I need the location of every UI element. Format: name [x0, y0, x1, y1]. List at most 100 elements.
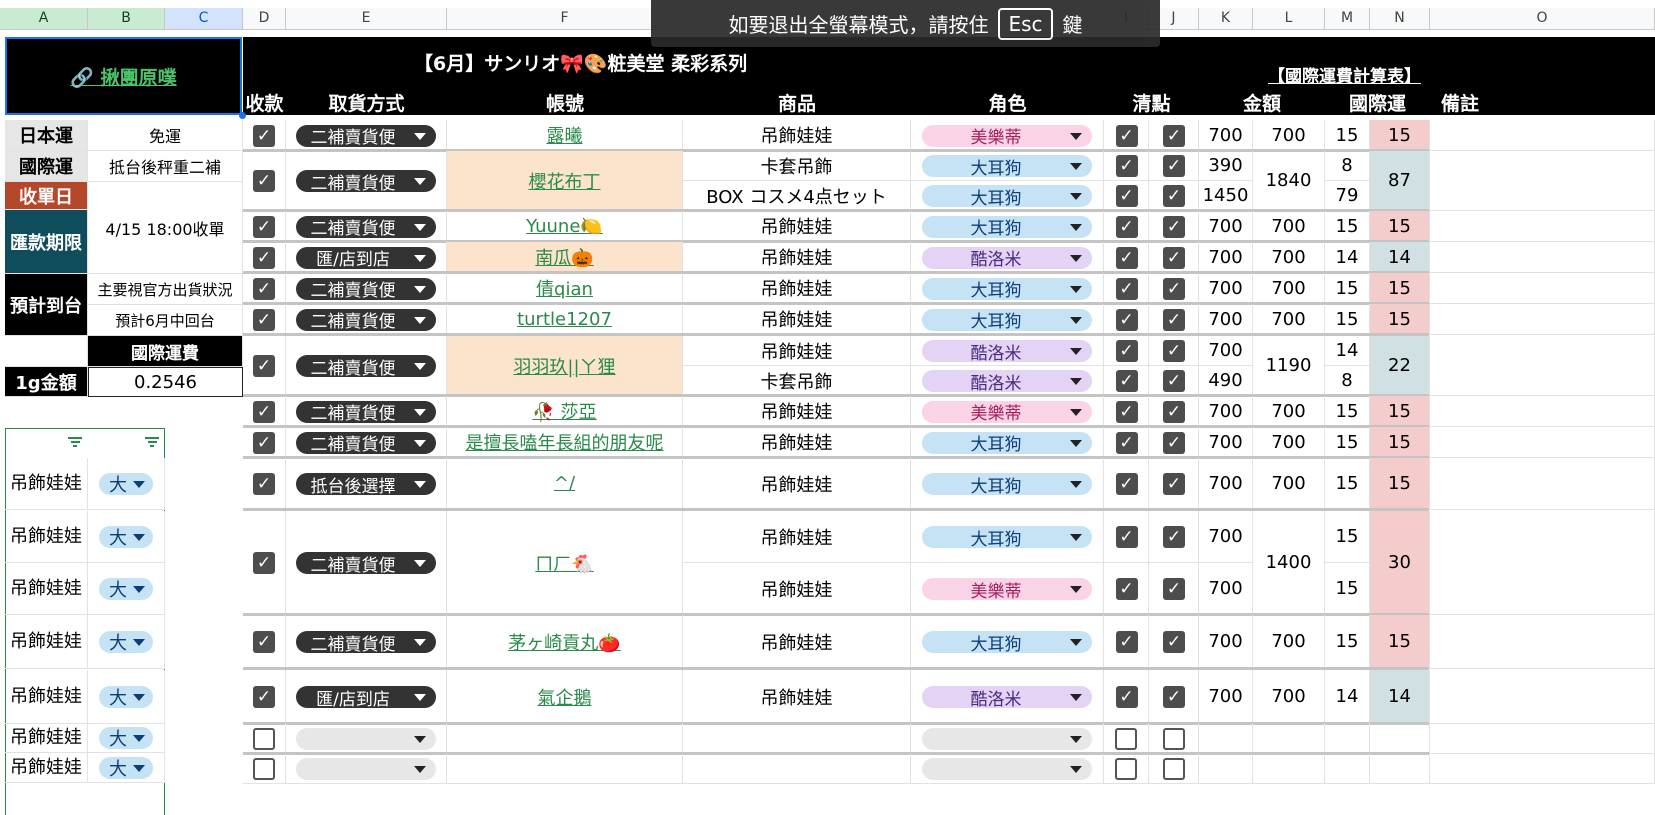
- check-checkbox-1[interactable]: ✓: [1115, 215, 1138, 238]
- payment-checkbox[interactable]: ✓: [253, 124, 275, 147]
- note-cell[interactable]: [1430, 211, 1655, 242]
- check-checkbox-2[interactable]: ✓: [1163, 400, 1185, 423]
- check-checkbox-1[interactable]: ✓: [1115, 631, 1138, 653]
- check-checkbox-2[interactable]: ✓: [1163, 340, 1185, 362]
- character-dropdown[interactable]: 美樂蒂: [922, 400, 1092, 424]
- empty-cell[interactable]: [1253, 754, 1325, 784]
- empty-pickup-dropdown[interactable]: [296, 727, 436, 750]
- character-dropdown[interactable]: 大耳狗: [922, 526, 1092, 550]
- empty-cell[interactable]: [1199, 723, 1253, 754]
- empty-character-dropdown[interactable]: [922, 727, 1092, 750]
- check-checkbox-1[interactable]: ✓: [1115, 686, 1138, 708]
- column-header-a[interactable]: A: [0, 8, 88, 30]
- column-header-c[interactable]: C: [165, 8, 243, 30]
- note-cell[interactable]: [1430, 427, 1655, 458]
- character-dropdown[interactable]: 大耳狗: [922, 631, 1092, 655]
- account-link[interactable]: turtle1207: [517, 309, 612, 330]
- column-header-k[interactable]: K: [1199, 8, 1253, 30]
- account-link[interactable]: 🥀 莎亞: [532, 398, 596, 424]
- character-dropdown[interactable]: 美樂蒂: [922, 124, 1092, 148]
- character-dropdown[interactable]: 大耳狗: [922, 155, 1092, 179]
- column-header-n[interactable]: N: [1370, 8, 1430, 30]
- payment-checkbox[interactable]: ✓: [253, 277, 275, 300]
- check-checkbox-1[interactable]: ✓: [1115, 526, 1138, 548]
- check-checkbox-2[interactable]: ✓: [1163, 308, 1185, 331]
- column-header-e[interactable]: E: [286, 8, 447, 30]
- pickup-dropdown[interactable]: 二補賣貨便: [296, 215, 436, 239]
- payment-checkbox[interactable]: ✓: [253, 355, 275, 377]
- empty-check-2[interactable]: [1163, 727, 1185, 750]
- size-dropdown[interactable]: 大: [99, 686, 153, 709]
- note-cell[interactable]: [1430, 242, 1655, 273]
- payment-checkbox[interactable]: ✓: [253, 215, 275, 238]
- size-dropdown[interactable]: 大: [99, 727, 153, 750]
- account-link[interactable]: 露曦: [547, 122, 583, 148]
- check-checkbox-2[interactable]: ✓: [1163, 578, 1185, 600]
- pickup-dropdown[interactable]: 二補賣貨便: [296, 400, 436, 424]
- size-dropdown[interactable]: 大: [99, 757, 153, 780]
- character-dropdown[interactable]: 酷洛米: [922, 686, 1092, 710]
- note-cell[interactable]: [1430, 120, 1655, 151]
- payment-checkbox[interactable]: ✓: [253, 473, 275, 495]
- empty-pickup-dropdown[interactable]: [296, 758, 436, 780]
- pickup-dropdown[interactable]: 匯/店到店: [296, 686, 436, 710]
- character-dropdown[interactable]: 大耳狗: [922, 277, 1092, 301]
- check-checkbox-2[interactable]: ✓: [1163, 686, 1185, 708]
- empty-cell[interactable]: [1370, 754, 1430, 784]
- group-link-cell[interactable]: 🔗 揪團原噗: [5, 37, 242, 115]
- account-link[interactable]: 茅ヶ崎貢丸🍅: [508, 629, 620, 655]
- note-cell[interactable]: [1430, 670, 1655, 724]
- check-checkbox-1[interactable]: ✓: [1115, 308, 1138, 331]
- pickup-dropdown[interactable]: 匯/店到店: [296, 246, 436, 270]
- note-cell[interactable]: [1430, 273, 1655, 304]
- check-checkbox-2[interactable]: ✓: [1163, 631, 1185, 653]
- payment-checkbox[interactable]: ✓: [253, 686, 275, 708]
- check-checkbox-1[interactable]: ✓: [1115, 185, 1138, 207]
- filter-icon-b[interactable]: [145, 437, 159, 447]
- check-checkbox-2[interactable]: ✓: [1163, 277, 1185, 300]
- column-header-o[interactable]: O: [1430, 8, 1655, 30]
- shipping-calc-link[interactable]: 【國際運費計算表】: [1268, 62, 1421, 87]
- pickup-dropdown[interactable]: 二補賣貨便: [296, 170, 436, 194]
- check-checkbox-2[interactable]: ✓: [1163, 215, 1185, 238]
- check-checkbox-2[interactable]: ✓: [1163, 431, 1185, 454]
- pickup-dropdown[interactable]: 二補賣貨便: [296, 277, 436, 301]
- empty-cell[interactable]: [447, 723, 683, 754]
- empty-cell[interactable]: [1325, 723, 1370, 754]
- check-checkbox-1[interactable]: ✓: [1115, 370, 1138, 392]
- payment-checkbox[interactable]: ✓: [253, 308, 275, 331]
- size-dropdown[interactable]: 大: [99, 631, 153, 654]
- empty-cell[interactable]: [1199, 754, 1253, 784]
- empty-check-2[interactable]: [1163, 758, 1185, 780]
- payment-checkbox[interactable]: ✓: [253, 170, 275, 192]
- empty-character-dropdown[interactable]: [922, 758, 1092, 780]
- check-checkbox-1[interactable]: ✓: [1115, 124, 1138, 147]
- empty-check-1[interactable]: [1115, 727, 1137, 750]
- account-link[interactable]: ^/: [554, 473, 575, 494]
- payment-checkbox[interactable]: ✓: [253, 431, 275, 454]
- note-cell[interactable]: [1430, 151, 1655, 211]
- pickup-dropdown[interactable]: 二補賣貨便: [296, 124, 436, 148]
- note-cell[interactable]: [1430, 615, 1655, 669]
- column-header-m[interactable]: M: [1325, 8, 1370, 30]
- empty-payment-checkbox[interactable]: [253, 727, 275, 750]
- size-dropdown[interactable]: 大: [99, 578, 153, 601]
- empty-cell[interactable]: [1370, 723, 1430, 754]
- pickup-dropdown[interactable]: 二補賣貨便: [296, 552, 436, 576]
- note-cell[interactable]: [1430, 458, 1655, 510]
- check-checkbox-1[interactable]: ✓: [1115, 473, 1138, 495]
- character-dropdown[interactable]: 美樂蒂: [922, 578, 1092, 602]
- empty-check-1[interactable]: [1115, 758, 1137, 780]
- size-dropdown[interactable]: 大: [99, 473, 153, 496]
- group-link[interactable]: 🔗 揪團原噗: [70, 63, 176, 90]
- column-header-f[interactable]: F: [447, 8, 683, 30]
- empty-cell[interactable]: [683, 754, 911, 784]
- payment-checkbox[interactable]: ✓: [253, 246, 275, 269]
- payment-checkbox[interactable]: ✓: [253, 552, 275, 574]
- note-cell[interactable]: [1430, 396, 1655, 427]
- note-cell[interactable]: [1430, 304, 1655, 335]
- check-checkbox-1[interactable]: ✓: [1115, 578, 1138, 600]
- check-checkbox-2[interactable]: ✓: [1163, 526, 1185, 548]
- account-link[interactable]: 是擅長嗑年長組的朋友呢: [466, 429, 664, 455]
- note-cell[interactable]: [1430, 336, 1655, 396]
